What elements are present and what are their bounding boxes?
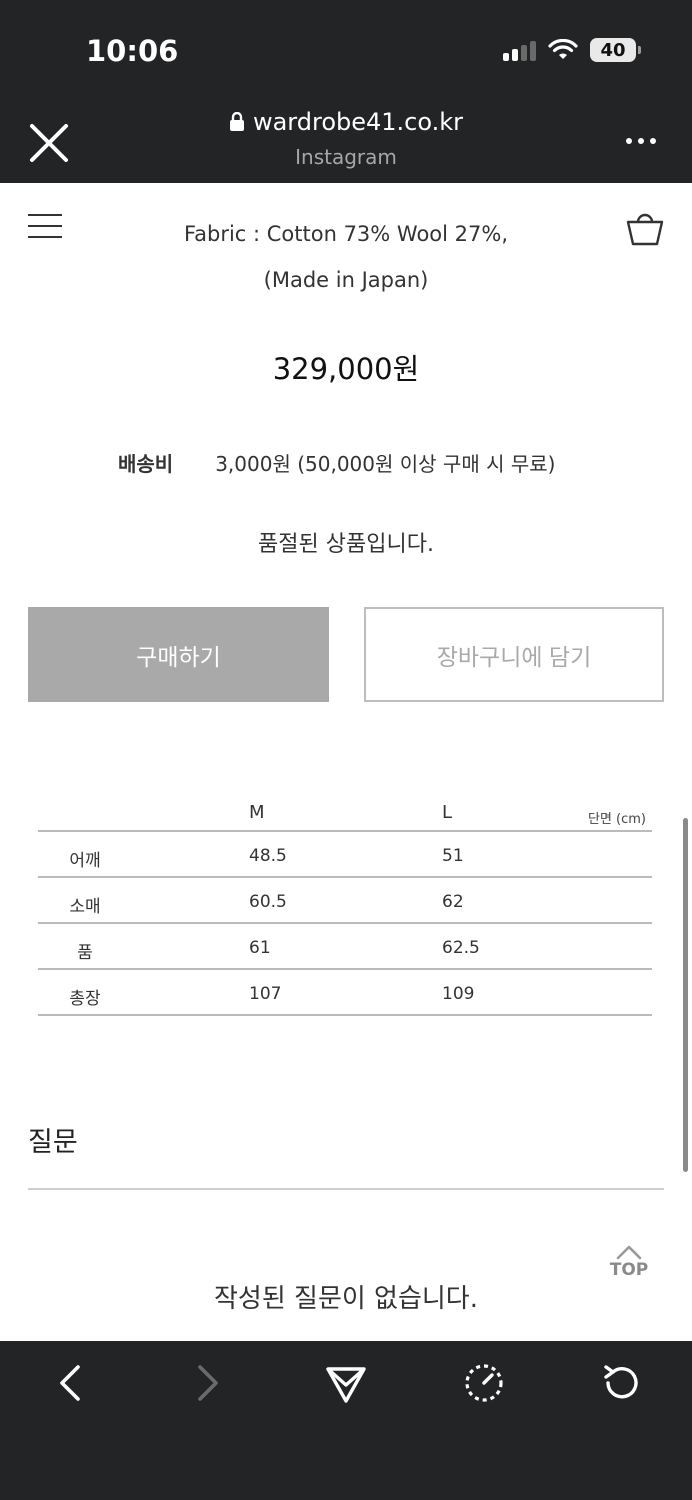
lock-icon <box>229 112 244 131</box>
forward-icon[interactable] <box>186 1361 230 1405</box>
row-label: 어깨 <box>69 851 101 871</box>
buy-button[interactable]: 구매하기 <box>28 607 329 702</box>
row-label: 품 <box>77 943 93 963</box>
no-question-text: 작성된 질문이 없습니다. <box>214 1284 478 1314</box>
table-row: 어깨 48.5 51 <box>38 832 652 878</box>
more-options-icon[interactable] <box>626 138 656 144</box>
column-header-l: L <box>442 802 453 823</box>
table-row: 총장 107 109 <box>38 970 652 1016</box>
fabric-line: Fabric : Cotton 73% Wool 27%, <box>183 222 509 246</box>
url-source: Instagram <box>295 145 397 169</box>
qna-title: 질문 <box>28 1127 78 1158</box>
row-label: 소매 <box>69 897 101 917</box>
cell-l: 51 <box>442 846 464 866</box>
cell-m: 61 <box>249 938 271 958</box>
chevron-up-icon <box>616 1245 642 1260</box>
product-price: 329,000원 <box>272 352 420 386</box>
add-to-cart-button[interactable]: 장바구니에 담기 <box>364 607 664 702</box>
divider <box>28 1188 664 1190</box>
column-header-m: M <box>249 802 265 823</box>
status-time: 10:06 <box>86 34 179 68</box>
cell-l: 62.5 <box>442 938 480 958</box>
wifi-icon <box>548 39 578 59</box>
cellular-signal-icon <box>503 39 536 61</box>
shipping-info: 배송비 3,000원 (50,000원 이상 구매 시 무료) <box>118 448 555 477</box>
size-table-header: M L 단면 (cm) <box>38 796 652 832</box>
browser-header: 10:06 40 wardrobe41.co.kr Instagram <box>0 0 692 183</box>
table-row: 소매 60.5 62 <box>38 878 652 924</box>
size-table: M L 단면 (cm) 어깨 48.5 51 소매 60.5 62 품 61 6… <box>38 796 652 1016</box>
cell-m: 107 <box>249 984 282 1004</box>
scrollbar[interactable] <box>683 818 688 1172</box>
soldout-notice: 품절된 상품입니다. <box>258 532 434 557</box>
origin-line: (Made in Japan) <box>263 268 429 292</box>
scroll-top-button[interactable]: TOP <box>604 1244 654 1284</box>
cell-m: 60.5 <box>249 892 287 912</box>
cell-l: 62 <box>442 892 464 912</box>
browser-toolbar <box>0 1341 692 1500</box>
table-row: 품 61 62.5 <box>38 924 652 970</box>
row-label: 총장 <box>69 989 101 1009</box>
back-icon[interactable] <box>48 1361 92 1405</box>
reload-icon[interactable] <box>600 1361 644 1405</box>
cell-l: 109 <box>442 984 475 1004</box>
cell-m: 48.5 <box>249 846 287 866</box>
product-fabric-info: Fabric : Cotton 73% Wool 27%, (Made in J… <box>0 211 692 303</box>
share-icon[interactable] <box>324 1361 368 1405</box>
unit-label: 단면 (cm) <box>587 812 646 827</box>
open-in-browser-icon[interactable] <box>462 1361 506 1405</box>
url-text: wardrobe41.co.kr <box>252 108 464 136</box>
shipping-label: 배송비 <box>118 452 174 476</box>
address-bar[interactable]: wardrobe41.co.kr Instagram <box>0 108 692 169</box>
top-label: TOP <box>609 1260 649 1280</box>
status-icons: 40 <box>503 38 641 62</box>
shipping-value: 3,000원 (50,000원 이상 구매 시 무료) <box>215 452 556 476</box>
battery-icon: 40 <box>590 38 641 62</box>
